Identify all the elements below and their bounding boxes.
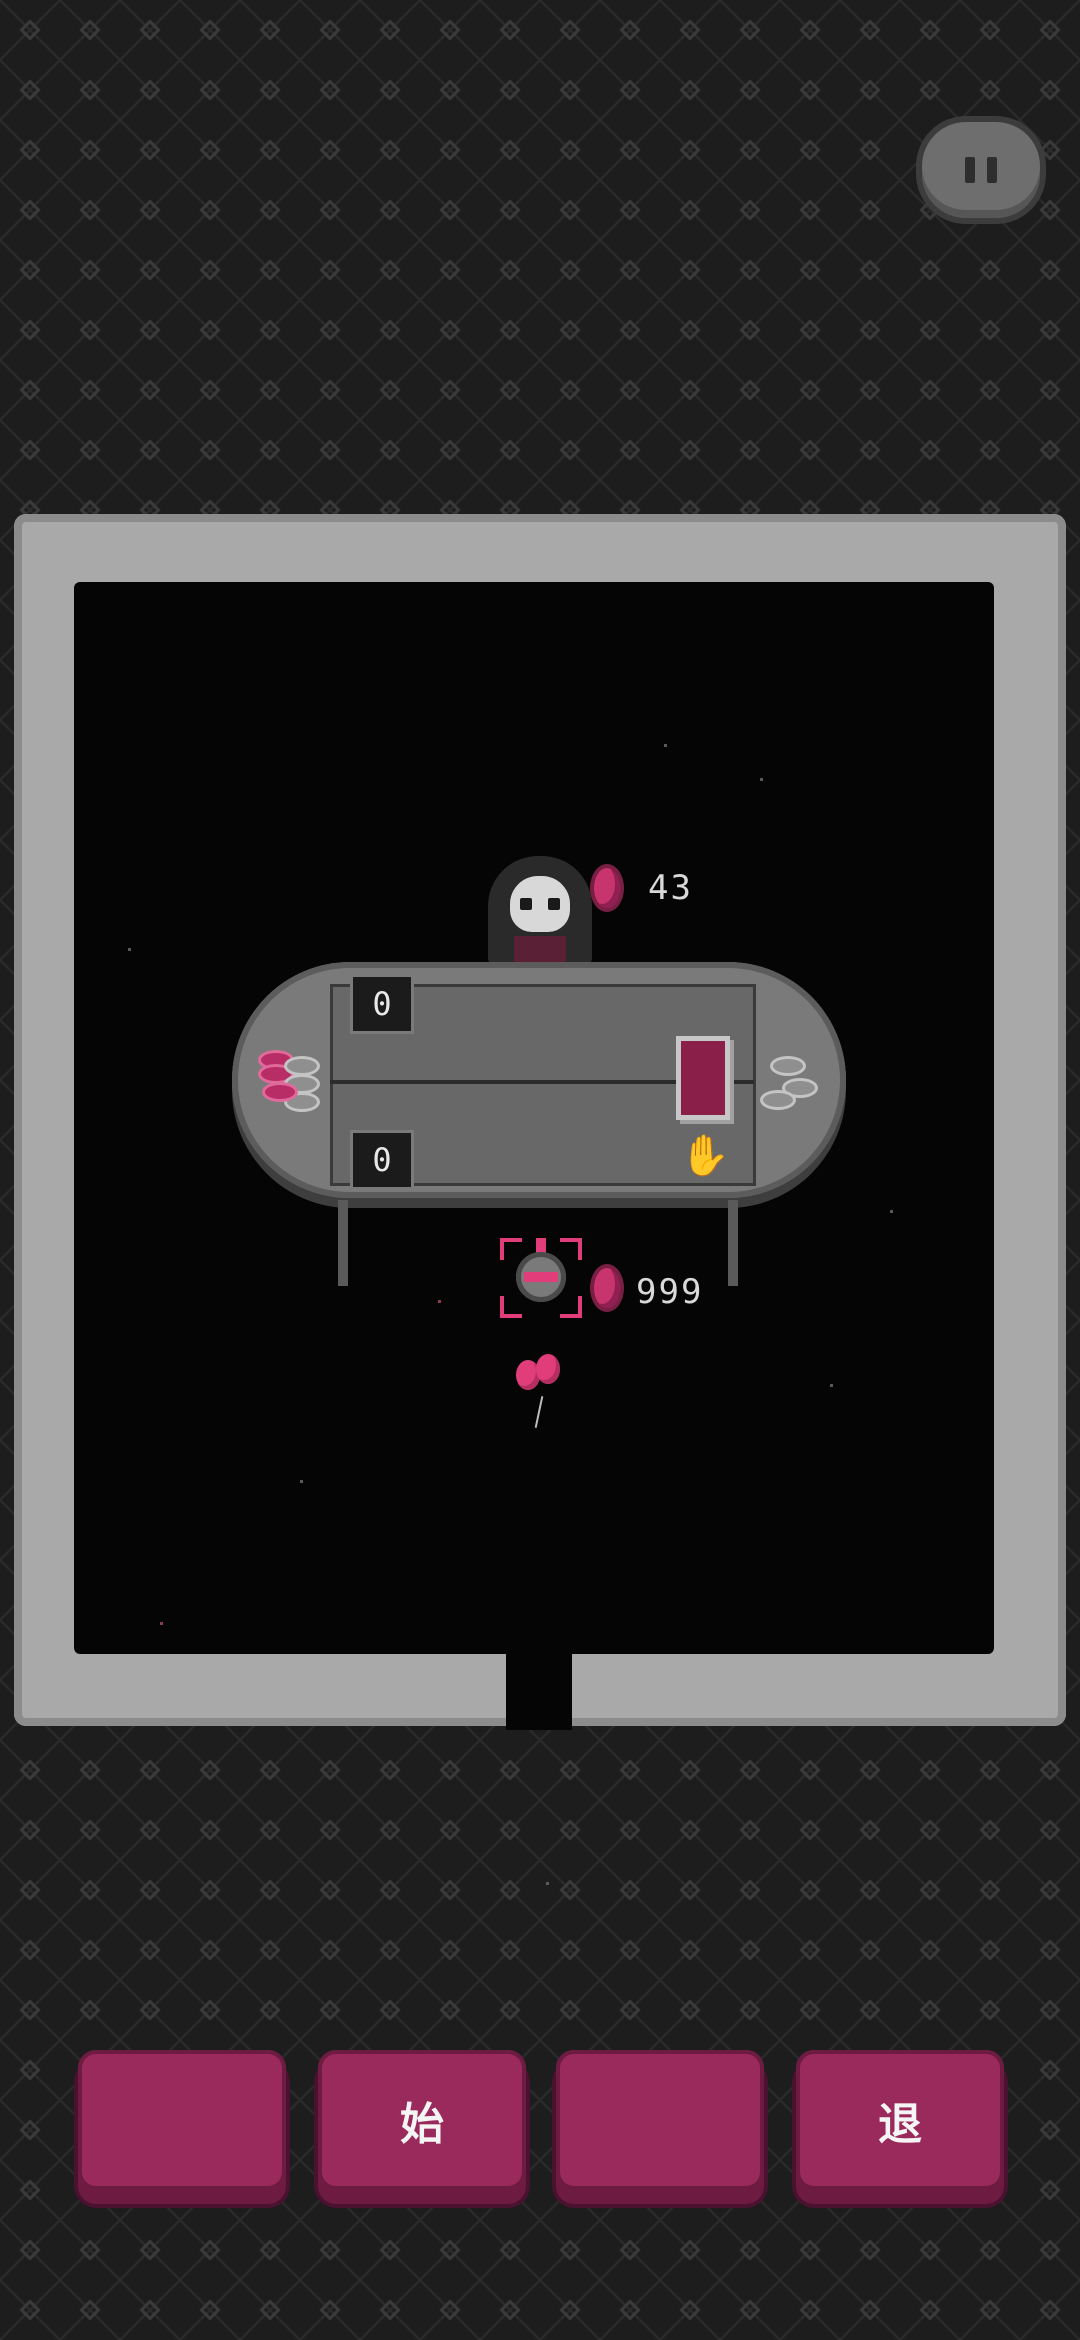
- star-dot: [830, 1384, 833, 1387]
- action-button-1[interactable]: [78, 2050, 286, 2190]
- chip: [760, 1090, 796, 1110]
- selection-corner: [500, 1296, 522, 1318]
- star-dot: [438, 1300, 441, 1303]
- table-leg: [728, 1200, 738, 1286]
- pause-icon: [987, 157, 997, 183]
- selection-corner: [500, 1238, 522, 1260]
- dealer-character: [488, 856, 592, 966]
- player-score: 0: [350, 1130, 414, 1190]
- star-dot: [664, 744, 667, 747]
- action-button-3[interactable]: [556, 2050, 764, 2190]
- selection-corner: [560, 1238, 582, 1260]
- dealer-eye: [548, 898, 560, 910]
- star-dot: [300, 1480, 303, 1483]
- hand-pointer-icon: ✋: [680, 1133, 730, 1179]
- table-leg: [338, 1200, 348, 1286]
- player-gem-count: 999: [636, 1272, 704, 1312]
- dealer-eye: [520, 898, 532, 910]
- start-button[interactable]: 始: [318, 2050, 526, 2190]
- card-deck[interactable]: [676, 1036, 730, 1120]
- dealer-score: 0: [350, 974, 414, 1034]
- pause-button[interactable]: [922, 122, 1040, 218]
- star-dot: [890, 1210, 893, 1213]
- dealer-gem-count: 43: [648, 868, 693, 908]
- star-dot: [128, 948, 131, 951]
- chip: [284, 1056, 320, 1076]
- pause-icon: [965, 157, 975, 183]
- room-doorway: [506, 1652, 572, 1730]
- star-dot: [760, 778, 763, 781]
- chip: [262, 1082, 298, 1102]
- exit-button[interactable]: 退: [796, 2050, 1004, 2190]
- dealer-gem-icon: [594, 868, 620, 908]
- player-gem-icon: [594, 1268, 620, 1308]
- player-visor: [524, 1272, 558, 1282]
- selection-corner: [560, 1296, 582, 1318]
- star-dot: [546, 1882, 549, 1885]
- chip: [770, 1056, 806, 1076]
- star-dot: [160, 1622, 163, 1625]
- balloon-icon[interactable]: [536, 1354, 560, 1384]
- player-character[interactable]: [500, 1238, 582, 1318]
- dealer-mask: [510, 876, 570, 932]
